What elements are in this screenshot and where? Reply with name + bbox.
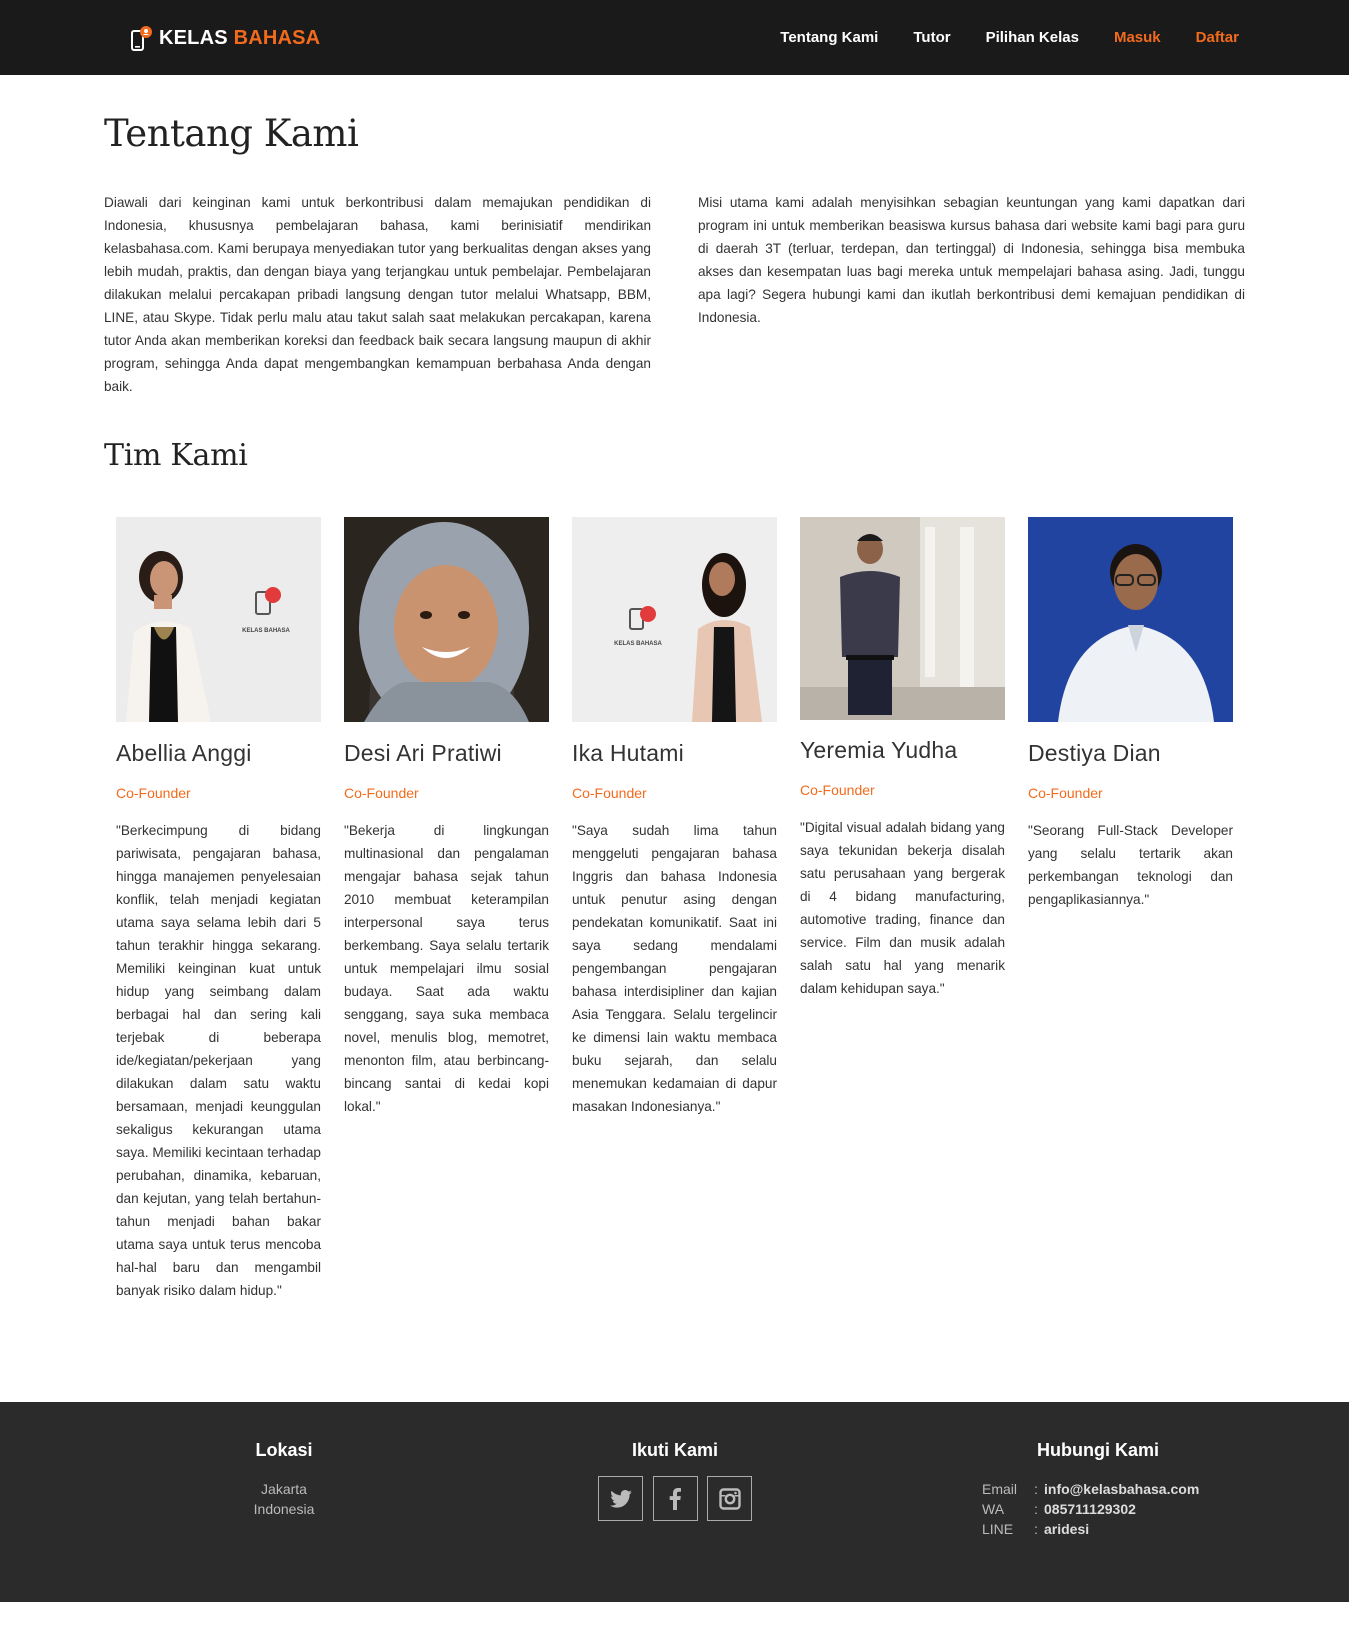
- social-links: [598, 1476, 752, 1521]
- contact-line-row: LINE : aridesi: [982, 1519, 1242, 1539]
- brand-name-part2: BAHASA: [233, 26, 321, 49]
- navbar: KELAS BAHASA Tentang Kami Tutor Pilihan …: [0, 0, 1349, 75]
- svg-text:KELAS BAHASA: KELAS BAHASA: [242, 628, 290, 634]
- member-photo: [800, 517, 1005, 720]
- page-title: Tentang Kami: [104, 112, 359, 155]
- about-section: Diawali dari keinginan kami untuk berkon…: [104, 191, 1245, 398]
- member-photo: KELAS BAHASA: [116, 517, 321, 722]
- footer-ikuti-title: Ikuti Kami: [631, 1440, 719, 1460]
- team-member-card: KELAS BAHASA Abellia Anggi Co-Founder "B…: [116, 517, 321, 1302]
- brand-logo[interactable]: KELAS BAHASA: [131, 24, 320, 52]
- instagram-icon[interactable]: [707, 1476, 752, 1521]
- nav-tentang-kami[interactable]: Tentang Kami: [780, 29, 878, 46]
- about-paragraph-2: Misi utama kami adalah menyisihkan sebag…: [698, 195, 1245, 325]
- member-role: Co-Founder: [800, 782, 875, 798]
- facebook-icon[interactable]: [652, 1476, 698, 1521]
- main-nav: Tentang Kami Tutor Pilihan Kelas Masuk D…: [745, 0, 1239, 75]
- member-quote: "Bekerja di lingkungan multinasional dan…: [344, 823, 549, 1114]
- contact-email-row: Email : info@kelasbahasa.com: [982, 1479, 1242, 1499]
- member-quote: "Seorang Full-Stack Developer yang selal…: [1028, 823, 1233, 907]
- member-role: Co-Founder: [116, 785, 191, 801]
- team-member-card: Destiya Dian Co-Founder "Seorang Full-St…: [1028, 517, 1233, 1302]
- nav-tutor[interactable]: Tutor: [913, 29, 950, 46]
- member-name: Yeremia Yudha: [800, 737, 958, 763]
- svg-text:KELAS BAHASA: KELAS BAHASA: [614, 641, 662, 647]
- nav-pilihan-kelas[interactable]: Pilihan Kelas: [986, 29, 1079, 46]
- contact-label: LINE: [982, 1521, 1014, 1537]
- team-member-card: Desi Ari Pratiwi Co-Founder "Bekerja di …: [344, 517, 549, 1302]
- footer: Lokasi Jakarta Indonesia Ikuti Kami Hubu…: [0, 1402, 1349, 1602]
- team-member-card: Yeremia Yudha Co-Founder "Digital visual…: [800, 517, 1005, 1302]
- team-grid: KELAS BAHASA Abellia Anggi Co-Founder "B…: [116, 517, 1245, 1302]
- team-title: Tim Kami: [104, 438, 248, 473]
- footer-city: Jakarta: [261, 1481, 307, 1497]
- footer-lokasi: Lokasi Jakarta Indonesia: [234, 1440, 334, 1519]
- separator: :: [1034, 1521, 1038, 1537]
- member-photo: [344, 517, 549, 722]
- member-quote: "Saya sudah lima tahun menggeluti pengaj…: [572, 823, 777, 1114]
- member-name: Abellia Anggi: [116, 740, 252, 766]
- contact-label: Email: [982, 1481, 1018, 1497]
- contact-wa-row: WA : 085711129302: [982, 1499, 1242, 1519]
- twitter-icon[interactable]: [598, 1476, 643, 1521]
- footer-country: Indonesia: [253, 1501, 315, 1517]
- member-quote: "Digital visual adalah bidang yang saya …: [800, 820, 1005, 996]
- member-name: Ika Hutami: [572, 740, 684, 766]
- phone-chat-icon: [131, 25, 153, 51]
- member-name: Desi Ari Pratiwi: [344, 740, 502, 766]
- separator: :: [1034, 1481, 1038, 1497]
- member-role: Co-Founder: [1028, 785, 1103, 801]
- contact-email[interactable]: info@kelasbahasa.com: [1044, 1479, 1199, 1499]
- footer-lokasi-title: Lokasi: [255, 1440, 313, 1460]
- contact-line: aridesi: [1044, 1521, 1090, 1537]
- footer-hubungi: Hubungi Kami Email : info@kelasbahasa.co…: [982, 1440, 1242, 1539]
- team-member-card: KELAS BAHASA Ika Hutami Co-Founder "Saya…: [572, 517, 777, 1302]
- contact-label: WA: [982, 1501, 1005, 1517]
- separator: :: [1034, 1501, 1038, 1517]
- footer-hubungi-title: Hubungi Kami: [1037, 1440, 1159, 1460]
- member-photo: KELAS BAHASA: [572, 517, 777, 722]
- member-name: Destiya Dian: [1028, 740, 1161, 766]
- nav-masuk[interactable]: Masuk: [1114, 29, 1161, 46]
- member-role: Co-Founder: [344, 785, 419, 801]
- brand-name-part1: KELAS: [159, 26, 228, 49]
- main-content: Tentang Kami Diawali dari keinginan kami…: [0, 75, 1349, 1302]
- member-photo: [1028, 517, 1233, 722]
- member-quote: "Berkecimpung di bidang pariwisata, peng…: [116, 823, 321, 1298]
- member-role: Co-Founder: [572, 785, 647, 801]
- nav-daftar[interactable]: Daftar: [1196, 29, 1239, 46]
- footer-ikuti: Ikuti Kami: [598, 1440, 752, 1521]
- contact-wa: 085711129302: [1044, 1501, 1136, 1517]
- about-paragraph-1: Diawali dari keinginan kami untuk berkon…: [104, 195, 651, 394]
